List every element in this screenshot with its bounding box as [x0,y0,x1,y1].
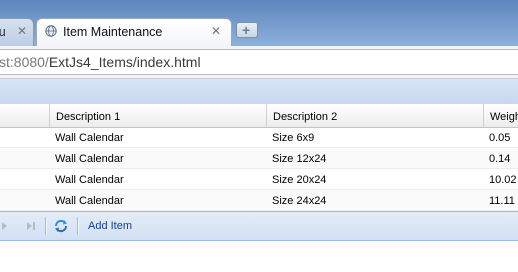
browser-tab-previous[interactable]: ctu ✕ [0,18,34,46]
add-item-button[interactable]: Add Item [84,217,136,235]
toolbar-separator [77,217,79,235]
plus-icon: + [242,22,251,38]
tab-title: ctu [0,25,6,39]
tab-close-icon[interactable]: ✕ [17,24,27,38]
table-row[interactable]: Wall Calendar Size 24x24 11.11 [0,190,518,211]
cell-description-1: Wall Calendar [55,132,124,144]
address-bar-url: st:8080/ExtJs4_Items/index.html [0,54,201,70]
table-row[interactable]: Wall Calendar Size 12x24 0.14 [0,148,518,169]
refresh-icon[interactable] [53,218,69,234]
column-header-weight[interactable]: Weigh [483,104,518,127]
grid-header: Description 1 Description 2 Weigh [0,104,518,128]
cell-description-2: Size 6x9 [272,132,315,144]
cell-description-1: Wall Calendar [55,174,124,186]
cell-description-2: Size 20x24 [272,174,327,186]
last-page-icon[interactable] [24,219,38,233]
cell-weight: 11.11 [489,195,515,207]
column-header-description-1[interactable]: Description 1 [49,104,267,127]
cell-description-2: Size 12x24 [272,153,327,165]
browser-tabstrip: ctu ✕ Item Maintenance ✕ + [0,0,518,46]
address-bar[interactable]: st:8080/ExtJs4_Items/index.html [0,49,518,75]
cell-description-2: Size 24x24 [272,195,327,207]
tab-title: Item Maintenance [63,25,163,39]
paging-toolbar: Add Item [0,211,518,241]
tab-close-icon[interactable]: ✕ [211,24,221,38]
browser-tab-item-maintenance[interactable]: Item Maintenance ✕ [36,18,232,46]
next-page-icon[interactable] [0,219,12,233]
toolbar-separator [45,217,47,235]
table-row[interactable]: Wall Calendar Size 20x24 10.02 [0,169,518,190]
cell-weight: 0.05 [489,132,511,144]
cell-weight: 0.14 [489,153,511,165]
cell-description-1: Wall Calendar [55,195,124,207]
cell-description-1: Wall Calendar [55,153,124,165]
browser-toolbar: st:8080/ExtJs4_Items/index.html [0,46,518,79]
url-path: ExtJs4_Items/index.html [48,54,201,70]
globe-icon [45,25,57,37]
cell-weight: 10.02 [489,174,517,186]
new-tab-button[interactable]: + [236,22,258,38]
panel-header [0,79,518,105]
url-host: st:8080/ [0,54,49,70]
table-row[interactable]: Wall Calendar Size 6x9 0.05 [0,127,518,148]
column-header-description-2[interactable]: Description 2 [266,104,484,127]
